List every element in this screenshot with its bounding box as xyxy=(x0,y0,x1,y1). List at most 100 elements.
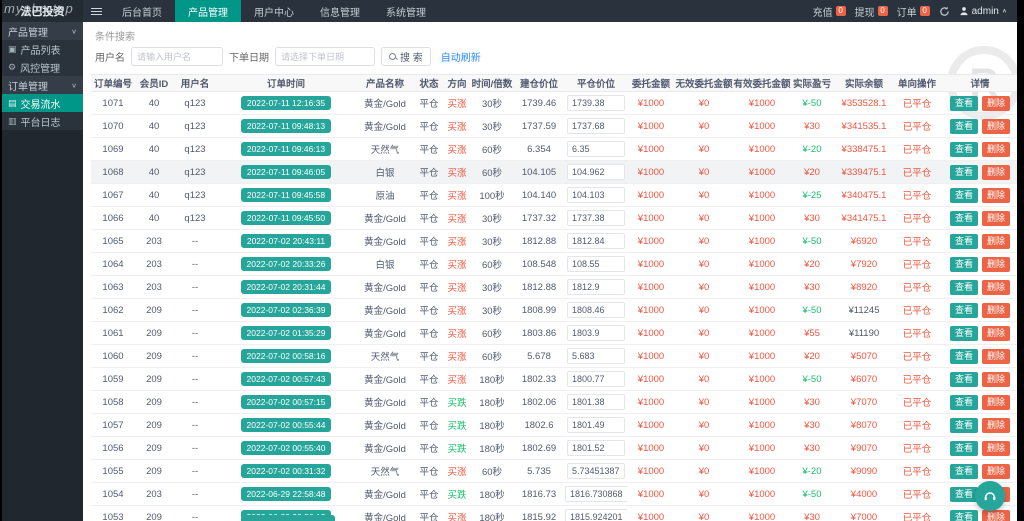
delete-button[interactable]: 删除 xyxy=(982,510,1010,521)
cell-valid-amount-value: ¥1000 xyxy=(749,167,775,178)
view-button[interactable]: 查看 xyxy=(950,211,978,226)
delete-button[interactable]: 删除 xyxy=(982,234,1010,249)
sidebar-item-平台日志[interactable]: ▥平台日志 xyxy=(2,112,83,130)
view-button[interactable]: 查看 xyxy=(950,487,978,502)
order-date-input[interactable] xyxy=(275,47,375,66)
cell-member-id-value: 40 xyxy=(149,213,160,224)
tab-后台首页[interactable]: 后台首页 xyxy=(109,0,175,22)
view-button[interactable]: 查看 xyxy=(950,234,978,249)
cell-close-price: 1801.52 xyxy=(565,437,627,460)
view-button[interactable]: 查看 xyxy=(950,119,978,134)
cell-op-status-value: 已平仓 xyxy=(903,283,932,294)
cell-op-status: 已平仓 xyxy=(895,391,939,414)
username-input[interactable] xyxy=(131,47,223,66)
close-price-input[interactable]: 1816.730868 xyxy=(565,486,627,502)
customer-service-float-button[interactable] xyxy=(975,481,1005,511)
tab-系统管理[interactable]: 系统管理 xyxy=(373,0,439,22)
order-time-badge: 2022-07-02 00:57:43 xyxy=(241,372,332,386)
cell-amount-value: ¥1000 xyxy=(638,420,664,431)
view-button[interactable]: 查看 xyxy=(950,303,978,318)
close-price-input[interactable]: 1739.38 xyxy=(567,95,625,111)
tab-用户中心[interactable]: 用户中心 xyxy=(241,0,307,22)
cell-order-no-value: 1067 xyxy=(102,190,123,201)
cell-direction: 买涨 xyxy=(443,299,471,322)
close-price-input[interactable]: 1812.9 xyxy=(567,279,625,295)
tab-产品管理[interactable]: 产品管理 xyxy=(175,0,241,22)
delete-button[interactable]: 删除 xyxy=(982,165,1010,180)
sidebar-item-订单管理[interactable]: 订单管理∨ xyxy=(2,76,83,94)
cell-valid-amount-value: ¥1000 xyxy=(749,259,775,270)
close-price-input[interactable]: 104.103 xyxy=(567,187,625,203)
view-button[interactable]: 查看 xyxy=(950,188,978,203)
delete-button[interactable]: 删除 xyxy=(982,464,1010,479)
cell-balance-value: ¥6920 xyxy=(851,236,877,247)
hamburger-menu-icon[interactable] xyxy=(83,11,109,12)
view-button[interactable]: 查看 xyxy=(950,280,978,295)
cell-profit-value: ¥-25 xyxy=(802,190,821,201)
view-button[interactable]: 查看 xyxy=(950,464,978,479)
delete-button[interactable]: 删除 xyxy=(982,96,1010,111)
delete-button[interactable]: 删除 xyxy=(982,119,1010,134)
view-button[interactable]: 查看 xyxy=(950,142,978,157)
cell-order-no: 1053 xyxy=(91,506,135,521)
sidebar-item-风控管理[interactable]: ⚙风控管理 xyxy=(2,58,83,76)
sidebar-item-交易流水[interactable]: ▤交易流水 xyxy=(2,94,83,112)
delete-button[interactable]: 删除 xyxy=(982,418,1010,433)
topnav-item-充值[interactable]: 充值0 xyxy=(813,4,846,19)
cell-duration: 30秒 xyxy=(471,92,513,115)
view-button[interactable]: 查看 xyxy=(950,349,978,364)
delete-button[interactable]: 删除 xyxy=(982,349,1010,364)
delete-button[interactable]: 删除 xyxy=(982,188,1010,203)
close-price-input[interactable]: 1737.38 xyxy=(567,210,625,226)
delete-button[interactable]: 删除 xyxy=(982,303,1010,318)
view-button[interactable]: 查看 xyxy=(950,510,978,521)
close-price-input[interactable]: 1801.49 xyxy=(567,417,625,433)
cell-duration: 60秒 xyxy=(471,138,513,161)
topnav-item-提现[interactable]: 提现0 xyxy=(855,4,888,19)
close-price-input[interactable]: 1800.77 xyxy=(567,371,625,387)
close-price-input[interactable]: 1808.46 xyxy=(567,302,625,318)
close-price-input[interactable]: 1812.84 xyxy=(567,233,625,249)
view-button[interactable]: 查看 xyxy=(950,395,978,410)
delete-button[interactable]: 删除 xyxy=(982,142,1010,157)
cell-direction: 买跌 xyxy=(443,437,471,460)
topnav-item-订单[interactable]: 订单0 xyxy=(897,4,930,19)
close-price-input[interactable]: 5.683 xyxy=(567,348,625,364)
close-price-input[interactable]: 104.962 xyxy=(567,164,625,180)
cell-duration: 30秒 xyxy=(471,276,513,299)
user-menu[interactable]: admin∧ xyxy=(959,6,1007,17)
cell-profit-value: ¥30 xyxy=(804,443,820,454)
delete-button[interactable]: 删除 xyxy=(982,211,1010,226)
view-button[interactable]: 查看 xyxy=(950,441,978,456)
delete-button[interactable]: 删除 xyxy=(982,326,1010,341)
sidebar-item-产品列表[interactable]: ▣产品列表 xyxy=(2,40,83,58)
close-price-input[interactable]: 1815.924201 xyxy=(565,509,627,521)
view-button[interactable]: 查看 xyxy=(950,165,978,180)
delete-button[interactable]: 删除 xyxy=(982,372,1010,387)
delete-button[interactable]: 删除 xyxy=(982,395,1010,410)
cell-status: 平仓 xyxy=(415,92,443,115)
tab-信息管理[interactable]: 信息管理 xyxy=(307,0,373,22)
cell-valid-amount-value: ¥1000 xyxy=(749,374,775,385)
close-price-input[interactable]: 1803.9 xyxy=(567,325,625,341)
view-button[interactable]: 查看 xyxy=(950,96,978,111)
cell-op-status-value: 已平仓 xyxy=(903,444,932,455)
close-price-input[interactable]: 6.35 xyxy=(567,141,625,157)
close-price-input[interactable]: 108.55 xyxy=(567,256,625,272)
delete-button[interactable]: 删除 xyxy=(982,441,1010,456)
auto-refresh-link[interactable]: 自动刷新 xyxy=(441,49,481,64)
search-button[interactable]: 搜 索 xyxy=(381,47,431,66)
sidebar-item-产品管理[interactable]: 产品管理∨ xyxy=(2,22,83,40)
close-price-input[interactable]: 1801.52 xyxy=(567,440,625,456)
close-price-input[interactable]: 1737.68 xyxy=(567,118,625,134)
view-button[interactable]: 查看 xyxy=(950,257,978,272)
cell-amount: ¥1000 xyxy=(627,322,675,345)
refresh-icon[interactable] xyxy=(939,6,950,17)
close-price-input[interactable]: 5.73451387 xyxy=(567,463,625,479)
delete-button[interactable]: 删除 xyxy=(982,257,1010,272)
delete-button[interactable]: 删除 xyxy=(982,280,1010,295)
view-button[interactable]: 查看 xyxy=(950,418,978,433)
view-button[interactable]: 查看 xyxy=(950,326,978,341)
view-button[interactable]: 查看 xyxy=(950,372,978,387)
close-price-input[interactable]: 1801.38 xyxy=(567,394,625,410)
